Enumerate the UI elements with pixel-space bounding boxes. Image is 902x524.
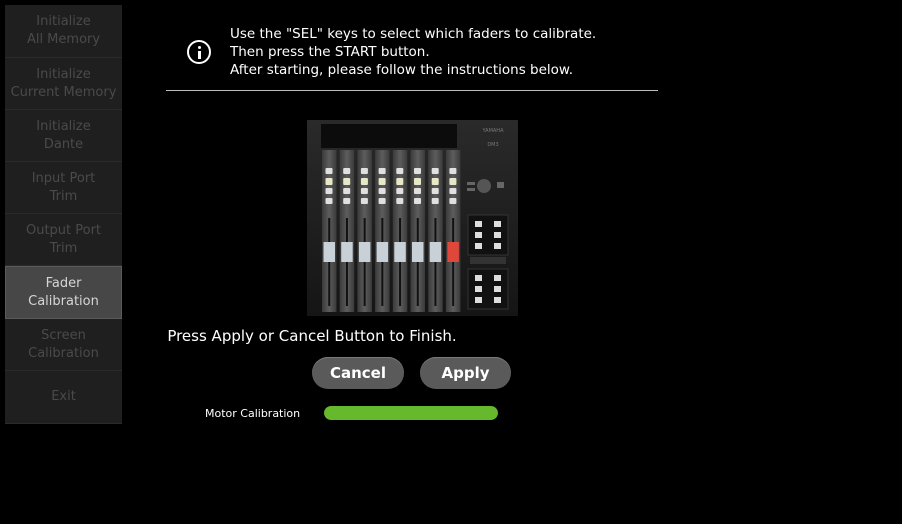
instructions-text: Use the "SEL" keys to select which fader… [230, 25, 596, 79]
sidebar-item-fader-calibration[interactable]: Fader Calibration [5, 266, 122, 319]
motor-calibration-progress [324, 406, 498, 420]
finish-instruction: Press Apply or Cancel Button to Finish. [167, 327, 457, 345]
fader-strip [392, 150, 408, 312]
instruction-line-2: Then press the START button. [230, 44, 430, 60]
instruction-line-3: After starting, please follow the instru… [230, 62, 574, 78]
apply-button[interactable]: Apply [420, 357, 511, 389]
console-display [321, 124, 457, 148]
console-brand-text: YAMAHA [481, 128, 504, 134]
sidebar-item-input-port-trim[interactable]: Input Port Trim [5, 162, 122, 214]
console-image: YAMAHA DM3 [307, 120, 518, 316]
fader-calibration-screen: Initialize All Memory Initialize Current… [0, 0, 902, 524]
cancel-button[interactable]: Cancel [312, 357, 404, 389]
console-model-text: DM3 [487, 142, 498, 148]
fader-strip [339, 150, 355, 312]
instruction-line-1: Use the "SEL" keys to select which fader… [230, 26, 597, 42]
fader-knob [376, 242, 389, 262]
progress-fill [324, 406, 498, 420]
fader-strip [428, 150, 443, 312]
sidebar: Initialize All Memory Initialize Current… [5, 5, 122, 424]
fader-strip [410, 150, 425, 312]
fader-knob [429, 242, 442, 262]
sidebar-item-initialize-dante[interactable]: Initialize Dante [5, 110, 122, 162]
fader-knob [447, 242, 459, 262]
divider [166, 90, 658, 91]
info-icon [187, 40, 211, 64]
fader-knob [323, 242, 335, 262]
fader-strip [322, 150, 337, 312]
fader-strip [357, 150, 372, 312]
fader-knob [358, 242, 371, 262]
fader-strip [445, 150, 461, 312]
fader-knob [341, 242, 353, 262]
fader-knob [412, 242, 424, 262]
sidebar-item-initialize-all-memory[interactable]: Initialize All Memory [5, 5, 122, 58]
sidebar-item-output-port-trim[interactable]: Output Port Trim [5, 214, 122, 266]
sidebar-item-initialize-current-memory[interactable]: Initialize Current Memory [5, 58, 122, 110]
fader-knob [394, 242, 406, 262]
fader-strip [375, 150, 390, 312]
sidebar-item-exit[interactable]: Exit [5, 371, 122, 424]
motor-calibration-label: Motor Calibration [205, 407, 301, 420]
